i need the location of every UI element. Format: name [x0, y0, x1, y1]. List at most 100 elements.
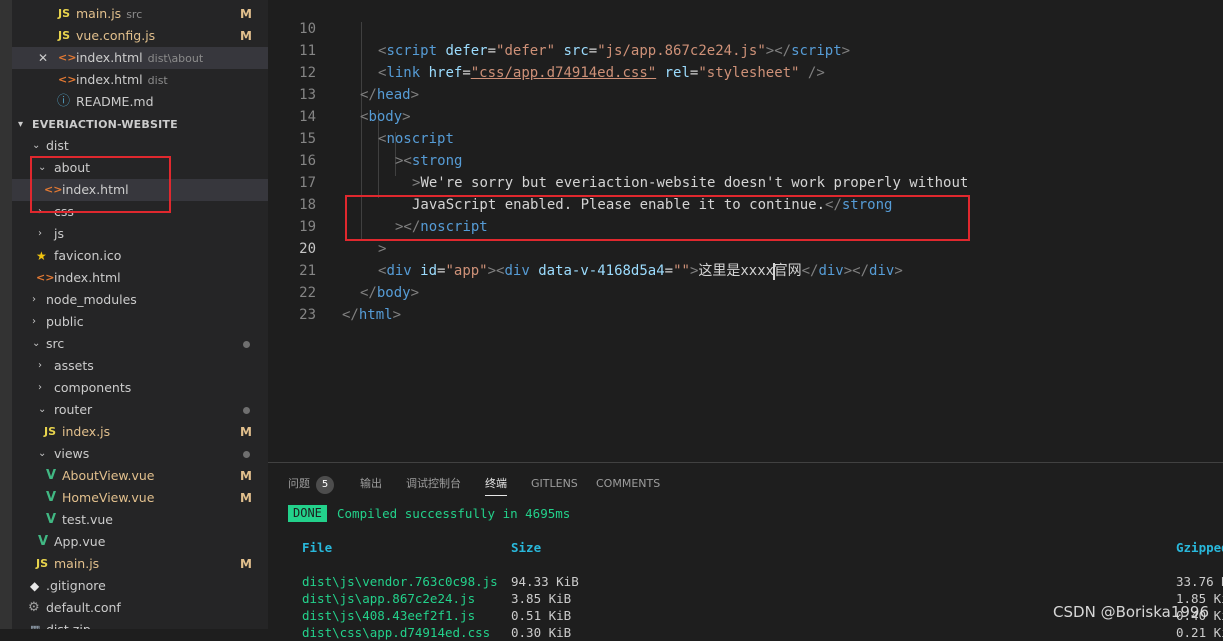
token: html — [358, 307, 393, 323]
chevron-right-icon: › — [32, 294, 36, 305]
file-name: dist.zip — [46, 619, 91, 629]
js-file-icon: JS — [36, 557, 49, 570]
file-name: README.md — [76, 94, 154, 109]
table-row-file: dist\css\app.d74914ed.css — [302, 625, 491, 640]
file-name: vue.config.js — [76, 28, 156, 43]
file-name: favicon.ico — [54, 248, 122, 263]
file-aboutview-vue[interactable]: V AboutView.vue M — [12, 465, 268, 487]
code-line: 11 <link href="css/app.d74914ed.css" rel… — [268, 18, 1223, 81]
file-app-vue[interactable]: V App.vue — [12, 531, 268, 553]
git-modified-badge: M — [240, 557, 252, 571]
close-icon[interactable]: ✕ — [38, 47, 48, 69]
open-editor-main-js[interactable]: JS main.js src M — [12, 3, 268, 25]
code-line: 22 </html> — [268, 260, 1223, 323]
folder-components[interactable]: › components — [12, 377, 268, 399]
folder-dist[interactable]: ⌄ dist — [12, 135, 268, 157]
git-modified-badge: M — [240, 29, 252, 43]
file-dist-zip[interactable]: ▦ dist.zip — [12, 619, 268, 629]
git-change-dot — [243, 451, 250, 458]
table-row-file: dist\js\408.43eef2f1.js — [302, 608, 476, 623]
file-name: index.html — [54, 270, 121, 285]
code-line: 14 <noscript — [268, 84, 1223, 147]
file-gitignore[interactable]: ◆ .gitignore — [12, 575, 268, 597]
file-src-main-js[interactable]: JS main.js M — [12, 553, 268, 575]
git-modified-badge: M — [240, 491, 252, 505]
table-row-size: 94.33 KiB — [511, 574, 579, 589]
code-line: 10 <script defer="defer" src="js/app.867… — [268, 0, 1223, 59]
gear-icon: ⚙ — [28, 600, 40, 615]
table-row-gzip: 0.21 KiB — [1176, 625, 1223, 640]
file-path: dist\about — [147, 52, 204, 65]
file-favicon[interactable]: ★ favicon.ico — [12, 245, 268, 267]
col-header-gzipped: Gzipped — [1176, 540, 1223, 555]
folder-public[interactable]: › public — [12, 311, 268, 333]
vue-file-icon: V — [46, 468, 57, 483]
tab-gitlens[interactable]: GITLENS — [531, 473, 578, 495]
workspace-title: EVERIACTION-WEBSITE — [32, 118, 178, 131]
folder-router[interactable]: ⌄ router — [12, 399, 268, 421]
problems-count-badge: 5 — [316, 476, 334, 494]
vue-file-icon: V — [46, 490, 57, 505]
tab-problems[interactable]: 问题 5 — [288, 473, 334, 495]
file-name: .gitignore — [46, 578, 106, 593]
js-file-icon: JS — [58, 7, 71, 20]
tab-output[interactable]: 输出 — [360, 473, 382, 495]
folder-assets[interactable]: › assets — [12, 355, 268, 377]
file-name: main.js — [54, 556, 100, 571]
folder-name: components — [54, 380, 132, 395]
tab-debug-console[interactable]: 调试控制台 — [406, 473, 461, 495]
info-icon: ⓘ — [57, 94, 71, 109]
code-line: 17 JavaScript enabled. Please enable it … — [268, 150, 1223, 213]
folder-name: router — [54, 402, 93, 417]
chevron-down-icon: ⌄ — [38, 448, 47, 459]
file-name: index.html — [76, 72, 143, 87]
archive-icon: ▦ — [30, 619, 40, 629]
file-test-vue[interactable]: V test.vue — [12, 509, 268, 531]
code-line: 12 </head> — [268, 40, 1223, 103]
chevron-right-icon: › — [38, 360, 42, 371]
code-line: 18 ></noscript — [268, 172, 1223, 235]
col-header-size: Size — [511, 540, 542, 555]
file-homeview-vue[interactable]: V HomeView.vue M — [12, 487, 268, 509]
workspace-section-header[interactable]: ▾ EVERIACTION-WEBSITE — [12, 114, 268, 136]
file-name: test.vue — [62, 512, 113, 527]
git-change-dot — [243, 341, 250, 348]
tab-terminal[interactable]: 终端 — [485, 473, 507, 496]
open-editor-dist-index-html[interactable]: <> index.html dist — [12, 69, 268, 91]
token: > — [392, 307, 402, 323]
file-name: App.vue — [54, 534, 106, 549]
code-editor[interactable]: 10 <script defer="defer" src="js/app.867… — [268, 0, 1223, 462]
highlight-box-about-folder — [30, 156, 171, 213]
folder-js[interactable]: › js — [12, 223, 268, 245]
open-editor-about-index-html[interactable]: ✕ <> index.html dist\about — [12, 47, 268, 69]
file-default-conf[interactable]: ⚙ default.conf — [12, 597, 268, 619]
folder-name: node_modules — [46, 292, 137, 307]
file-path: src — [126, 8, 143, 21]
js-file-icon: JS — [44, 425, 57, 438]
compile-status: Compiled successfully in 4695ms — [337, 506, 571, 521]
file-name: main.js — [76, 6, 122, 21]
table-row-file: dist\js\app.867c2e24.js — [302, 591, 476, 606]
tab-comments[interactable]: COMMENTS — [596, 473, 660, 495]
table-row-size: 3.85 KiB — [511, 591, 572, 606]
highlight-box-app-div — [345, 195, 970, 241]
chevron-down-icon: ▾ — [18, 119, 24, 130]
code-line: 15 ><strong — [268, 106, 1223, 169]
chevron-down-icon: ⌄ — [32, 140, 41, 151]
code-line: 21 </body> — [268, 238, 1223, 301]
git-modified-badge: M — [240, 469, 252, 483]
file-name: HomeView.vue — [62, 490, 155, 505]
open-editor-readme[interactable]: ⓘ README.md — [12, 91, 268, 113]
chevron-right-icon: › — [32, 316, 36, 327]
csdn-watermark: CSDN @Boriska1996 — [1053, 603, 1209, 621]
folder-views[interactable]: ⌄ views — [12, 443, 268, 465]
file-dist-index-html[interactable]: <> index.html — [12, 267, 268, 289]
open-editor-vue-config[interactable]: JS vue.config.js M — [12, 25, 268, 47]
file-router-index-js[interactable]: JS index.js M — [12, 421, 268, 443]
folder-node-modules[interactable]: › node_modules — [12, 289, 268, 311]
chevron-down-icon: ⌄ — [32, 338, 41, 349]
git-modified-badge: M — [240, 425, 252, 439]
folder-src[interactable]: ⌄ src — [12, 333, 268, 355]
code-line: 23 — [268, 282, 1223, 323]
line-content: </html> — [342, 304, 401, 326]
